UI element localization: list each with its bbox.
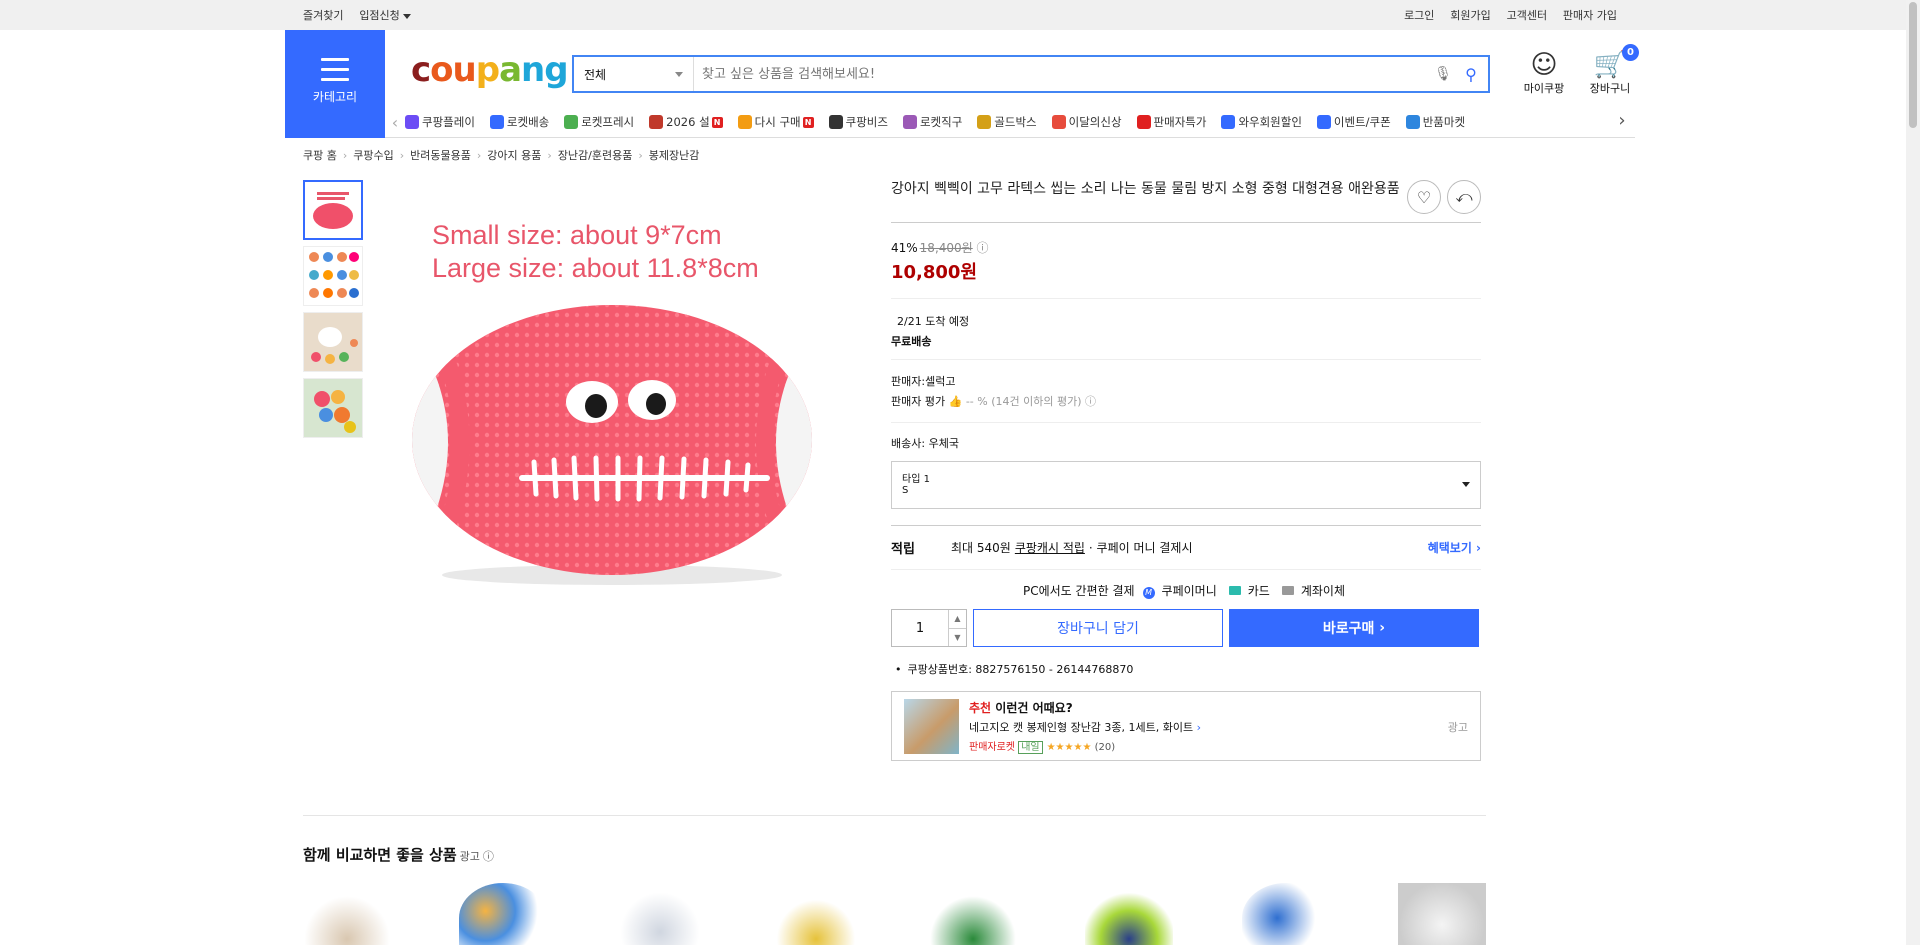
scrollbar-thumb[interactable] [1909,2,1917,128]
coupang-cash-link[interactable]: 쿠팡캐시 적립 [1015,539,1085,556]
review-count: (20) [1094,742,1116,753]
courier-label: 배송사: [891,437,926,450]
pay-method-card: 카드 [1228,582,1274,599]
coupay-icon: M [1142,587,1155,599]
compare-product-1[interactable] [303,883,391,945]
seller-name[interactable]: 셀럭고 [925,375,955,388]
free-shipping: 무료배송 [891,335,932,348]
original-price: 18,400원 [919,241,973,255]
thumbnail-3[interactable] [303,312,363,372]
seller-rating-label: 판매자 평가 [891,395,946,408]
ad-label: 광고 [459,850,480,863]
increase-icon[interactable]: ▲ [949,610,966,629]
points-label: 적립 [891,542,915,557]
bank-icon [1281,586,1294,595]
product-title: 강아지 삑삑이 고무 라텍스 씹는 소리 나는 동물 물림 방지 소형 중형 대… [891,181,1400,197]
quantity-stepper[interactable]: 1 ▲ ▼ [891,609,967,647]
points-condition: · 쿠페이 머니 결제시 [1088,541,1193,555]
image-size-text-small: Small size: about 9*7cm [432,220,722,250]
dropdown-arrow-icon [1462,482,1470,487]
final-price: 10,800원 [891,262,978,283]
courier-name: 우체국 [928,437,959,450]
info-icon[interactable]: ⓘ [977,241,989,255]
main-product-image[interactable]: Small size: about 9*7cm Large size: abou… [402,180,842,620]
discount-rate: 41% [891,241,918,255]
ad-label: 광고 [1447,721,1468,734]
decrease-icon[interactable]: ▼ [949,629,966,647]
pay-title: PC에서도 간편한 결제 [1022,584,1135,598]
compare-product-3[interactable] [615,883,704,945]
squeaky-ball-illustration [412,305,812,585]
section-divider [303,815,1486,816]
compare-product-8[interactable] [1397,883,1486,945]
product-info-panel: 강아지 삑삑이 고무 라텍스 씹는 소리 나는 동물 물림 방지 소형 중형 대… [891,180,1481,761]
option-value: S [902,485,909,496]
recommended-product-name[interactable]: 네고지오 캣 봉제인형 장난감 3종, 1세트, 화이트 [969,721,1193,734]
option-label: 타입 1 [902,474,930,485]
compare-product-2[interactable] [459,883,548,945]
seller-rocket-badge: 판매자로켓 [969,742,1015,753]
recommend-title: 이런건 어때요? [995,701,1073,715]
seller-rating: -- % (14건 이하의 평가) [965,395,1082,408]
favorite-heart-icon[interactable]: ♡ [1407,180,1441,214]
tomorrow-badge: 내일 [1018,741,1043,754]
easy-pay-section: PC에서도 간편한 결제 M 쿠페이머니 카드 계좌이체 [891,570,1481,609]
info-icon[interactable]: ⓘ [483,850,494,863]
buy-now-button[interactable]: 바로구매 › [1229,609,1479,647]
scrollbar[interactable] [1906,0,1920,945]
quantity-value[interactable]: 1 [892,610,948,646]
share-icon[interactable]: ⤺ [1447,180,1481,214]
shipping-section: 2/21 도착 예정 무료배송 [891,299,1481,360]
courier-section: 배송사: 우체국 [891,423,1481,461]
rating-stars: ★★★★★ [1046,742,1092,753]
chevron-right-icon: › [1196,721,1202,734]
pay-method-coupay: M 쿠페이머니 [1142,582,1221,599]
pay-method-bank: 계좌이체 [1281,582,1349,599]
add-to-cart-button[interactable]: 장바구니 담기 [973,609,1223,647]
price-section: 41% 18,400원 ⓘ 10,800원 [891,223,1481,299]
thumbs-up-icon: 👍 [948,395,963,408]
thumbnail-4[interactable] [303,378,363,438]
compare-section-title: 함께 비교하면 좋을 상품 광고 ⓘ [303,846,494,864]
recommend-tag: 추천 [969,701,992,715]
option-select[interactable]: 타입 1 S [891,461,1481,509]
thumbnail-1[interactable] [303,180,363,240]
compare-product-6[interactable] [1085,883,1174,945]
info-icon[interactable]: ⓘ [1085,395,1096,408]
seller-label: 판매자: [891,375,926,388]
compare-product-7[interactable] [1241,883,1330,945]
image-size-text-large: Large size: about 11.8*8cm [432,253,759,283]
recommended-product-image[interactable] [904,698,959,754]
arrival-date: 2/21 도착 예정 [897,315,970,328]
compare-product-list [303,883,1486,945]
benefits-link[interactable]: 혜택보기 › [1428,539,1481,556]
product-number: 쿠팡상품번호: 8827576150 - 26144768870 [891,661,1481,677]
card-icon [1228,586,1241,595]
compare-product-4[interactable] [772,883,861,945]
thumbnail-2[interactable] [303,246,363,306]
recommendation-ad[interactable]: 추천 이런건 어때요? 네고지오 캣 봉제인형 장난감 3종, 1세트, 화이트… [891,691,1481,761]
points-amount: 최대 540원 [951,541,1011,555]
points-section: 적립 최대 540원 쿠팡캐시 적립 · 쿠페이 머니 결제시 혜택보기 › [891,525,1481,570]
purchase-row: 1 ▲ ▼ 장바구니 담기 바로구매 › [891,609,1481,647]
seller-section: 판매자:셀럭고 판매자 평가 👍 -- % (14건 이하의 평가) ⓘ [891,360,1481,423]
compare-product-5[interactable] [928,883,1017,945]
